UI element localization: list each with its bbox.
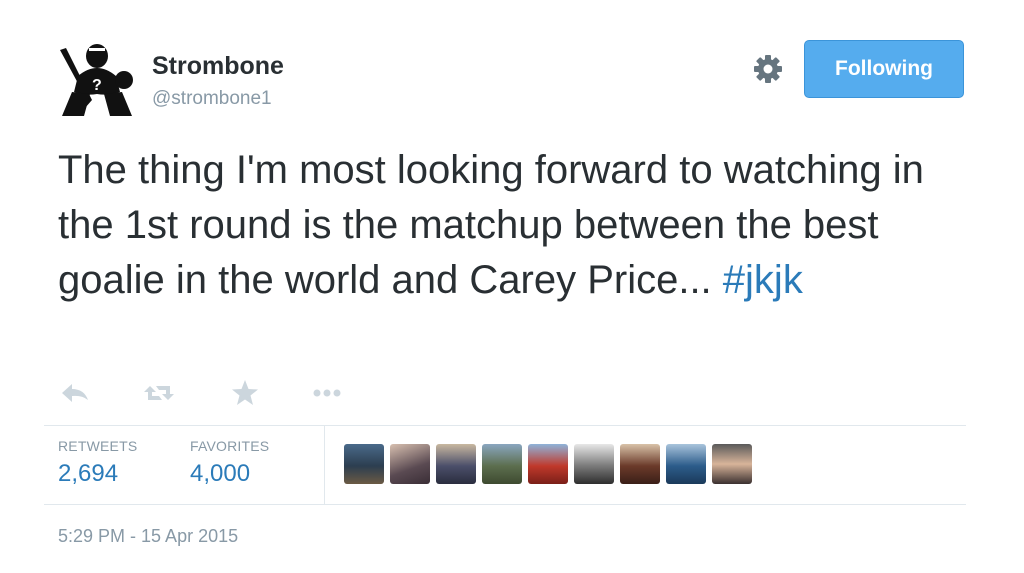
svg-text:?: ? xyxy=(92,77,102,94)
retweets-stat[interactable]: RETWEETS 2,694 xyxy=(58,438,137,488)
stats-divider xyxy=(324,426,325,504)
favoriter-avatar-7[interactable] xyxy=(620,444,660,484)
favoriter-avatar-4[interactable] xyxy=(482,444,522,484)
reply-icon[interactable] xyxy=(58,376,92,410)
favorites-label: FAVORITES xyxy=(190,438,270,454)
goalie-silhouette-icon: ? xyxy=(60,44,133,116)
display-name[interactable]: Strombone xyxy=(152,52,284,81)
favoriter-avatar-3[interactable] xyxy=(436,444,476,484)
retweets-count: 2,694 xyxy=(58,460,119,487)
favoriter-avatar-8[interactable] xyxy=(666,444,706,484)
favoriter-avatar-1[interactable] xyxy=(344,444,384,484)
retweet-icon[interactable] xyxy=(142,376,176,410)
favorite-star-icon[interactable] xyxy=(228,376,262,410)
tweet-timestamp[interactable]: 5:29 PM - 15 Apr 2015 xyxy=(58,526,238,547)
favorites-count: 4,000 xyxy=(190,460,251,487)
following-button[interactable]: Following xyxy=(804,40,964,98)
favoriter-avatar-5[interactable] xyxy=(528,444,568,484)
favorites-stat[interactable]: FAVORITES 4,000 xyxy=(190,438,269,488)
hashtag-link[interactable]: #jkjk xyxy=(723,258,803,302)
user-handle[interactable]: @strombone1 xyxy=(152,88,272,110)
retweets-label: RETWEETS xyxy=(58,438,138,454)
more-options-icon[interactable] xyxy=(310,376,344,410)
favoriter-avatar-9[interactable] xyxy=(712,444,752,484)
avatar[interactable]: ? xyxy=(56,40,138,118)
tweet-text: The thing I'm most looking forward to wa… xyxy=(58,143,938,308)
favoriter-avatar-2[interactable] xyxy=(390,444,430,484)
tweet-stats: RETWEETS 2,694 FAVORITES 4,000 xyxy=(44,425,966,505)
gear-icon[interactable] xyxy=(752,53,784,85)
favoriter-avatar-6[interactable] xyxy=(574,444,614,484)
